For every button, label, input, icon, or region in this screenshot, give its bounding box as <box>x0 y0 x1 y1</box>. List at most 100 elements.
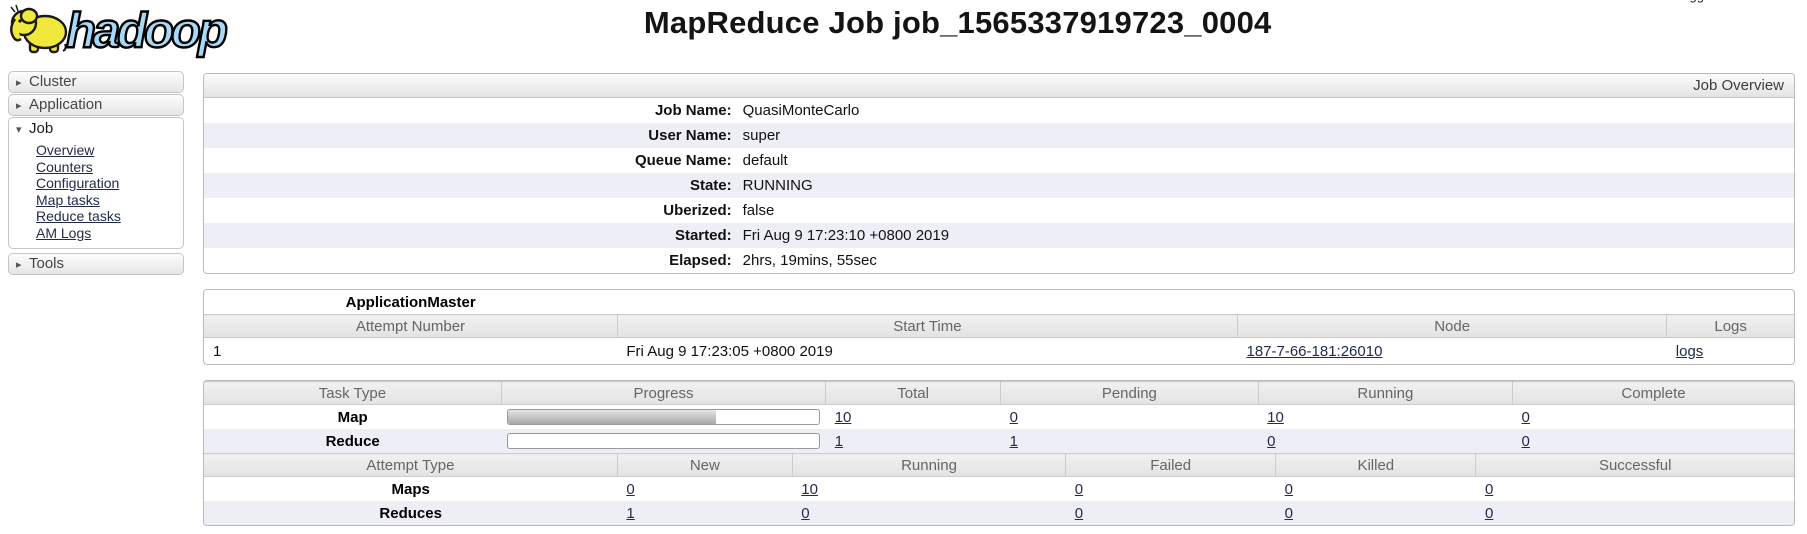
table-row: 1 Fri Aug 9 17:23:05 +0800 2019 187-7-66… <box>204 338 1794 365</box>
column-header-total: Total <box>826 382 1001 405</box>
reduces-attempt-row: Reduces 1 0 0 0 0 <box>204 501 1794 525</box>
user-name-value: super <box>737 123 781 148</box>
chevron-right-icon: ▸ <box>16 73 29 93</box>
column-header-killed: Killed <box>1276 454 1476 477</box>
column-header-logs: Logs <box>1667 315 1794 338</box>
sidebar-section-label: Application <box>29 96 102 113</box>
attempt-table: Attempt Type New Running Failed Killed S… <box>204 453 1794 525</box>
field-label: Started: <box>204 223 737 248</box>
sidebar-item-overview[interactable]: Overview <box>36 142 183 159</box>
map-running-link[interactable]: 10 <box>1267 409 1284 426</box>
sidebar-item-map-tasks[interactable]: Map tasks <box>36 192 183 209</box>
overview-row: Queue Name:default <box>204 148 1794 173</box>
sidebar-section-job[interactable]: ▾Job <box>9 118 183 140</box>
sidebar-item-counters[interactable]: Counters <box>36 159 183 176</box>
field-label: Elapsed: <box>204 248 737 273</box>
logged-in-as: Logged in as: dr.who <box>1675 0 1795 3</box>
job-links: Overview Counters Configuration Map task… <box>9 140 183 241</box>
task-type-label: Reduce <box>204 429 501 453</box>
field-label: State: <box>204 173 737 198</box>
uberized-value: false <box>737 198 775 223</box>
job-overview-header: Job Overview <box>204 74 1794 98</box>
application-master-title: ApplicationMaster <box>204 290 617 315</box>
overview-row: Uberized:false <box>204 198 1794 223</box>
sidebar-section-job-box: ▾Job Overview Counters Configuration Map… <box>8 117 184 249</box>
overview-row: Job Name:QuasiMonteCarlo <box>204 98 1794 123</box>
map-pending-link[interactable]: 0 <box>1010 409 1018 426</box>
sidebar-section-label: Cluster <box>29 73 77 90</box>
hadoop-logo: hadoop <box>8 1 264 64</box>
elapsed-value: 2hrs, 19mins, 55sec <box>737 248 877 273</box>
overview-row: Elapsed:2hrs, 19mins, 55sec <box>204 248 1794 273</box>
reduces-failed-link[interactable]: 0 <box>1075 505 1083 522</box>
start-time-cell: Fri Aug 9 17:23:05 +0800 2019 <box>617 338 1237 365</box>
map-progress-bar <box>507 409 819 425</box>
logs-link[interactable]: logs <box>1676 343 1704 360</box>
overview-row: User Name:super <box>204 123 1794 148</box>
maps-successful-link[interactable]: 0 <box>1485 481 1493 498</box>
job-overview-panel: Job Overview Job Name:QuasiMonteCarlo Us… <box>203 73 1795 274</box>
job-name-value: QuasiMonteCarlo <box>737 98 860 123</box>
map-total-link[interactable]: 10 <box>835 409 852 426</box>
field-label: Job Name: <box>204 98 737 123</box>
column-header-attempt-type: Attempt Type <box>204 454 617 477</box>
started-value: Fri Aug 9 17:23:10 +0800 2019 <box>737 223 949 248</box>
column-header-progress: Progress <box>501 382 825 405</box>
column-header-attempt-number: Attempt Number <box>204 315 617 338</box>
column-header-failed: Failed <box>1066 454 1276 477</box>
column-header-running: Running <box>1258 382 1512 405</box>
sidebar-section-label: Tools <box>29 255 64 272</box>
overview-row: State:RUNNING <box>204 173 1794 198</box>
map-complete-link[interactable]: 0 <box>1522 409 1530 426</box>
sidebar-item-am-logs[interactable]: AM Logs <box>36 225 183 242</box>
field-label: Uberized: <box>204 198 737 223</box>
node-link[interactable]: 187-7-66-181:26010 <box>1246 343 1382 360</box>
maps-attempt-row: Maps 0 10 0 0 0 <box>204 477 1794 502</box>
hadoop-wordmark: hadoop <box>66 4 227 58</box>
main-content: Job Overview Job Name:QuasiMonteCarlo Us… <box>203 73 1795 526</box>
task-table: Task Type Progress Total Pending Running… <box>204 381 1794 453</box>
tasks-panel: Task Type Progress Total Pending Running… <box>203 380 1795 526</box>
reduces-killed-link[interactable]: 0 <box>1285 505 1293 522</box>
map-task-row: Map 10 0 10 0 <box>204 405 1794 430</box>
sidebar-item-reduce-tasks[interactable]: Reduce tasks <box>36 208 183 225</box>
reduce-pending-link[interactable]: 1 <box>1010 433 1018 450</box>
sidebar-section-cluster[interactable]: ▸Cluster <box>8 71 184 93</box>
column-header-node: Node <box>1237 315 1666 338</box>
maps-running-link[interactable]: 10 <box>801 481 818 498</box>
reduce-complete-link[interactable]: 0 <box>1522 433 1530 450</box>
reduces-new-link[interactable]: 1 <box>626 505 634 522</box>
attempt-type-label: Maps <box>204 477 617 502</box>
field-label: Queue Name: <box>204 148 737 173</box>
reduce-running-link[interactable]: 0 <box>1267 433 1275 450</box>
column-header-new: New <box>617 454 792 477</box>
task-type-label: Map <box>204 405 501 430</box>
column-header-running: Running <box>792 454 1065 477</box>
application-master-panel: ApplicationMaster Attempt Number Start T… <box>203 289 1795 365</box>
page-title: MapReduce Job job_1565337919723_0004 <box>644 5 1272 41</box>
sidebar-section-tools[interactable]: ▸Tools <box>8 253 184 275</box>
state-value: RUNNING <box>737 173 813 198</box>
reduce-progress-bar <box>507 433 819 449</box>
column-header-complete: Complete <box>1513 382 1794 405</box>
sidebar-nav: ▸Cluster ▸Application ▾Job Overview Coun… <box>8 71 184 276</box>
overview-row: Started:Fri Aug 9 17:23:10 +0800 2019 <box>204 223 1794 248</box>
reduce-total-link[interactable]: 1 <box>835 433 843 450</box>
maps-killed-link[interactable]: 0 <box>1285 481 1293 498</box>
queue-name-value: default <box>737 148 788 173</box>
sidebar-item-configuration[interactable]: Configuration <box>36 175 183 192</box>
maps-new-link[interactable]: 0 <box>626 481 634 498</box>
attempt-number-cell: 1 <box>204 338 617 365</box>
map-progress-fill <box>508 410 716 424</box>
field-label: User Name: <box>204 123 737 148</box>
chevron-down-icon: ▾ <box>16 119 29 141</box>
sidebar-section-application[interactable]: ▸Application <box>8 94 184 116</box>
reduces-successful-link[interactable]: 0 <box>1485 505 1493 522</box>
attempt-type-label: Reduces <box>204 501 617 525</box>
column-header-pending: Pending <box>1001 382 1259 405</box>
sidebar-section-label: Job <box>29 120 53 137</box>
column-header-start-time: Start Time <box>617 315 1237 338</box>
reduces-running-link[interactable]: 0 <box>801 505 809 522</box>
column-header-successful: Successful <box>1476 454 1794 477</box>
maps-failed-link[interactable]: 0 <box>1075 481 1083 498</box>
